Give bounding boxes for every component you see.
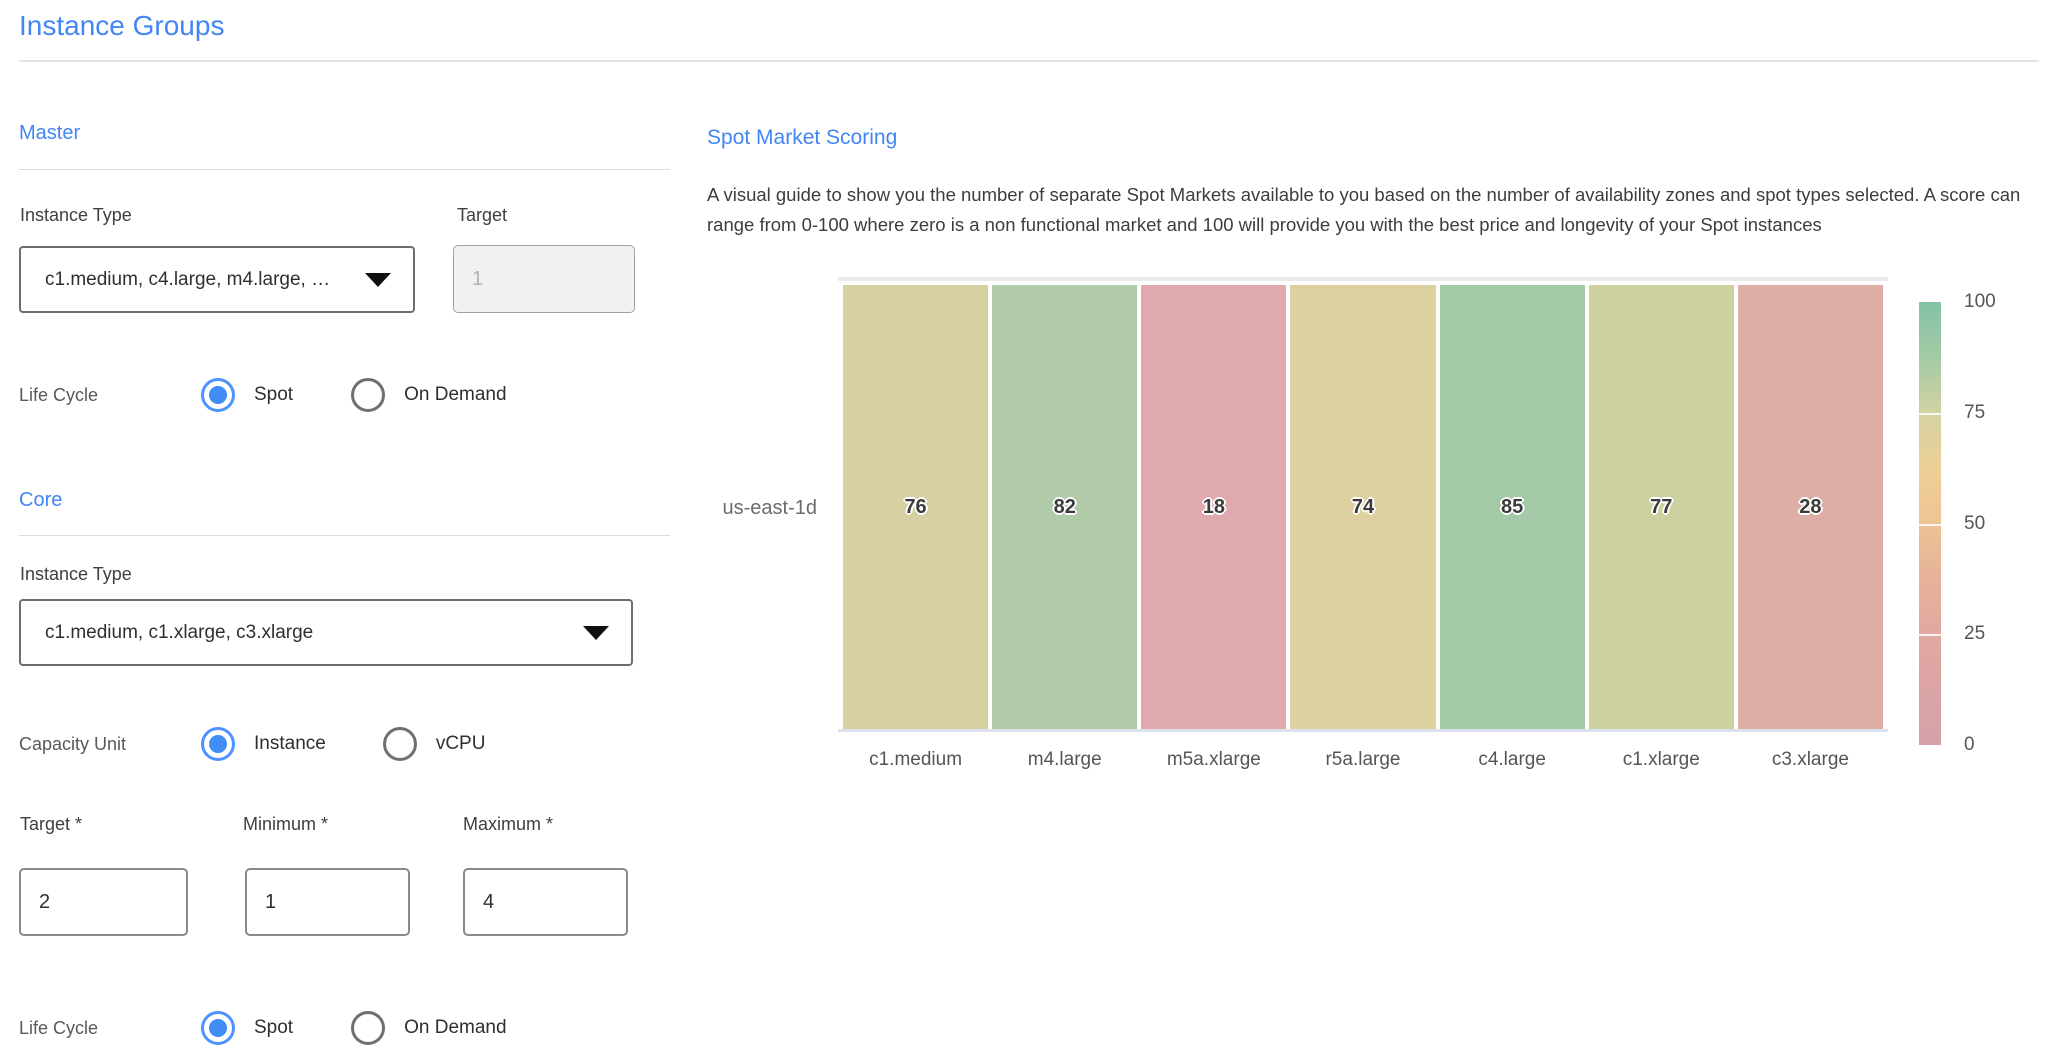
- capacity-instance-label: Instance: [254, 733, 326, 755]
- core-lifecycle-radio-spot[interactable]: [201, 1011, 235, 1045]
- heatmap-x-label: c4.large: [1440, 749, 1585, 771]
- heatmap-x-label: c1.medium: [843, 749, 988, 771]
- heatmap-row-label: us-east-1d: [660, 497, 817, 520]
- colorbar-tick-label: 100: [1964, 291, 1996, 313]
- heatmap-cell-value: 28: [1799, 496, 1821, 519]
- colorbar-labels: 1007550250: [1964, 302, 2034, 745]
- core-maximum-input[interactable]: [463, 868, 628, 936]
- capacity-unit-label: Capacity Unit: [19, 734, 201, 755]
- colorbar-tick-label: 75: [1964, 402, 1985, 424]
- heatmap-cell-value: 85: [1501, 496, 1523, 519]
- colorbar: [1919, 302, 1941, 745]
- heatmap-cell-value: 77: [1650, 496, 1672, 519]
- core-capacity-unit-row: Capacity Unit Instance vCPU: [19, 727, 579, 761]
- colorbar-tick: [1919, 634, 1941, 636]
- master-instance-type-value: c1.medium, c4.large, m4.large, …: [45, 269, 330, 291]
- colorbar-tick: [1919, 524, 1941, 526]
- instance-groups-page: Instance Groups Master Instance Type c1.…: [0, 0, 2058, 1058]
- core-heading: Core: [19, 489, 62, 512]
- master-lifecycle-row: Life Cycle Spot On Demand: [19, 378, 579, 412]
- colorbar-tick: [1919, 413, 1941, 415]
- heatmap-cell: 85: [1440, 285, 1585, 729]
- spot-market-heading: Spot Market Scoring: [707, 126, 897, 150]
- core-target-input[interactable]: [19, 868, 188, 936]
- heatmap-x-label: r5a.large: [1290, 749, 1435, 771]
- heatmap-cell: 76: [843, 285, 988, 729]
- core-lifecycle-on-demand-label: On Demand: [404, 1017, 506, 1039]
- core-minimum-input[interactable]: [245, 868, 410, 936]
- capacity-radio-instance[interactable]: [201, 727, 235, 761]
- core-instance-type-select[interactable]: c1.medium, c1.xlarge, c3.xlarge: [19, 599, 633, 666]
- core-minimum-label: Minimum *: [243, 814, 328, 835]
- heatmap-cell-value: 82: [1054, 496, 1076, 519]
- master-divider: [19, 169, 670, 170]
- master-target-input[interactable]: [453, 245, 635, 313]
- master-lifecycle-label: Life Cycle: [19, 385, 201, 406]
- core-target-label: Target *: [20, 814, 82, 835]
- core-instance-type-label: Instance Type: [20, 564, 132, 585]
- master-heading: Master: [19, 122, 80, 145]
- master-lifecycle-spot-label: Spot: [254, 384, 293, 406]
- capacity-radio-vcpu[interactable]: [383, 727, 417, 761]
- heatmap-x-labels: c1.mediumm4.largem5a.xlarger5a.largec4.l…: [843, 749, 1883, 771]
- core-instance-type-value: c1.medium, c1.xlarge, c3.xlarge: [45, 622, 313, 644]
- heatmap-cell: 82: [992, 285, 1137, 729]
- core-lifecycle-label: Life Cycle: [19, 1018, 201, 1039]
- master-target-label: Target: [457, 205, 507, 226]
- title-divider: [19, 60, 2039, 62]
- heatmap-x-label: c1.xlarge: [1589, 749, 1734, 771]
- chevron-down-icon: [583, 626, 609, 640]
- heatmap-bottom-border: [838, 729, 1888, 732]
- page-title: Instance Groups: [19, 10, 224, 42]
- spot-market-description: A visual guide to show you the number of…: [707, 180, 2044, 240]
- heatmap-cell-value: 18: [1203, 496, 1225, 519]
- core-lifecycle-radio-on-demand[interactable]: [351, 1011, 385, 1045]
- core-lifecycle-row: Life Cycle Spot On Demand: [19, 1011, 579, 1045]
- master-lifecycle-on-demand-label: On Demand: [404, 384, 506, 406]
- heatmap-cell: 28: [1738, 285, 1883, 729]
- colorbar-tick-label: 0: [1964, 734, 1975, 756]
- heatmap-cell: 18: [1141, 285, 1286, 729]
- core-divider: [19, 535, 670, 536]
- chevron-down-icon: [365, 273, 391, 287]
- heatmap-cell: 74: [1290, 285, 1435, 729]
- master-instance-type-select[interactable]: c1.medium, c4.large, m4.large, …: [19, 246, 415, 313]
- master-lifecycle-radio-spot[interactable]: [201, 378, 235, 412]
- heatmap-x-label: c3.xlarge: [1738, 749, 1883, 771]
- heatmap-x-label: m5a.xlarge: [1141, 749, 1286, 771]
- colorbar-tick-label: 50: [1964, 513, 1985, 535]
- heatmap-cells: 76 82 18 74 85 77 28: [843, 285, 1883, 729]
- heatmap-top-border: [838, 277, 1888, 281]
- heatmap-cell: 77: [1589, 285, 1734, 729]
- master-instance-type-label: Instance Type: [20, 205, 132, 226]
- core-maximum-label: Maximum *: [463, 814, 553, 835]
- heatmap-cell-value: 76: [904, 496, 926, 519]
- capacity-vcpu-label: vCPU: [436, 733, 486, 755]
- master-lifecycle-radio-on-demand[interactable]: [351, 378, 385, 412]
- heatmap-cell-value: 74: [1352, 496, 1374, 519]
- heatmap-x-label: m4.large: [992, 749, 1137, 771]
- core-lifecycle-spot-label: Spot: [254, 1017, 293, 1039]
- colorbar-tick-label: 25: [1964, 623, 1985, 645]
